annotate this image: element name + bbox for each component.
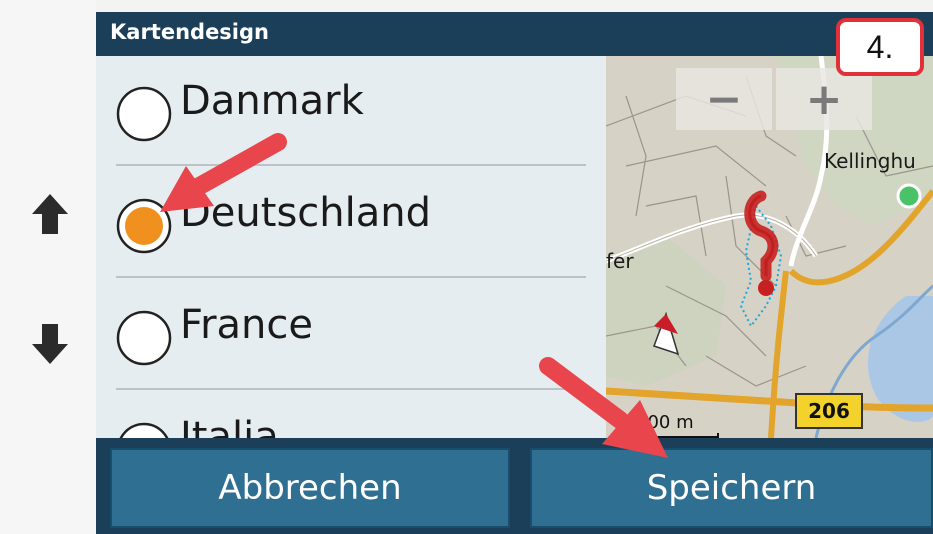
save-button[interactable]: Speichern: [530, 448, 933, 528]
scale-label: 300 m: [636, 412, 694, 433]
left-rail: [0, 0, 96, 534]
map-graphic: Kellinghu fer 206 300 m − +: [606, 56, 933, 438]
radio-unselected-icon[interactable]: [116, 86, 172, 142]
zoom-out-button[interactable]: −: [676, 68, 772, 130]
road-number: 206: [808, 399, 850, 423]
map-place-label-partial: fer: [606, 249, 634, 273]
scroll-up-arrow-icon[interactable]: [24, 188, 76, 240]
map-preview: Kellinghu fer 206 300 m − +: [606, 56, 933, 438]
road-number-badge: 206: [795, 393, 863, 429]
cancel-button[interactable]: Abbrechen: [110, 448, 510, 528]
divider: [116, 388, 586, 390]
option-label: Deutschland: [180, 190, 431, 236]
radio-unselected-icon[interactable]: [116, 310, 172, 366]
radio-selected-icon[interactable]: [116, 198, 172, 254]
zoom-out-label: −: [706, 74, 743, 125]
option-label: France: [180, 302, 314, 348]
radio-unselected-icon[interactable]: [116, 422, 172, 438]
step-number-badge: 4.: [836, 18, 924, 76]
zoom-in-label: +: [806, 74, 843, 125]
list-item-italia[interactable]: Italia: [116, 392, 586, 438]
list-item-danmark[interactable]: Danmark: [116, 56, 586, 164]
list-item-deutschland[interactable]: Deutschland: [116, 168, 586, 276]
garmin-screen: Kartendesign Danmark Deutschland France: [96, 12, 933, 534]
scroll-down-arrow-icon[interactable]: [24, 318, 76, 370]
map-place-label: Kellinghu: [824, 149, 916, 173]
dialog-title: Kartendesign: [110, 20, 269, 44]
divider: [116, 164, 586, 166]
list-item-france[interactable]: France: [116, 280, 586, 388]
map-design-list: Danmark Deutschland France Italia: [96, 56, 606, 438]
divider: [116, 276, 586, 278]
option-label: Italia: [180, 414, 279, 438]
action-bar: Abbrechen Speichern: [96, 438, 933, 534]
option-label: Danmark: [180, 78, 364, 124]
zoom-in-button[interactable]: +: [776, 68, 872, 130]
title-bar: Kartendesign: [96, 12, 933, 56]
